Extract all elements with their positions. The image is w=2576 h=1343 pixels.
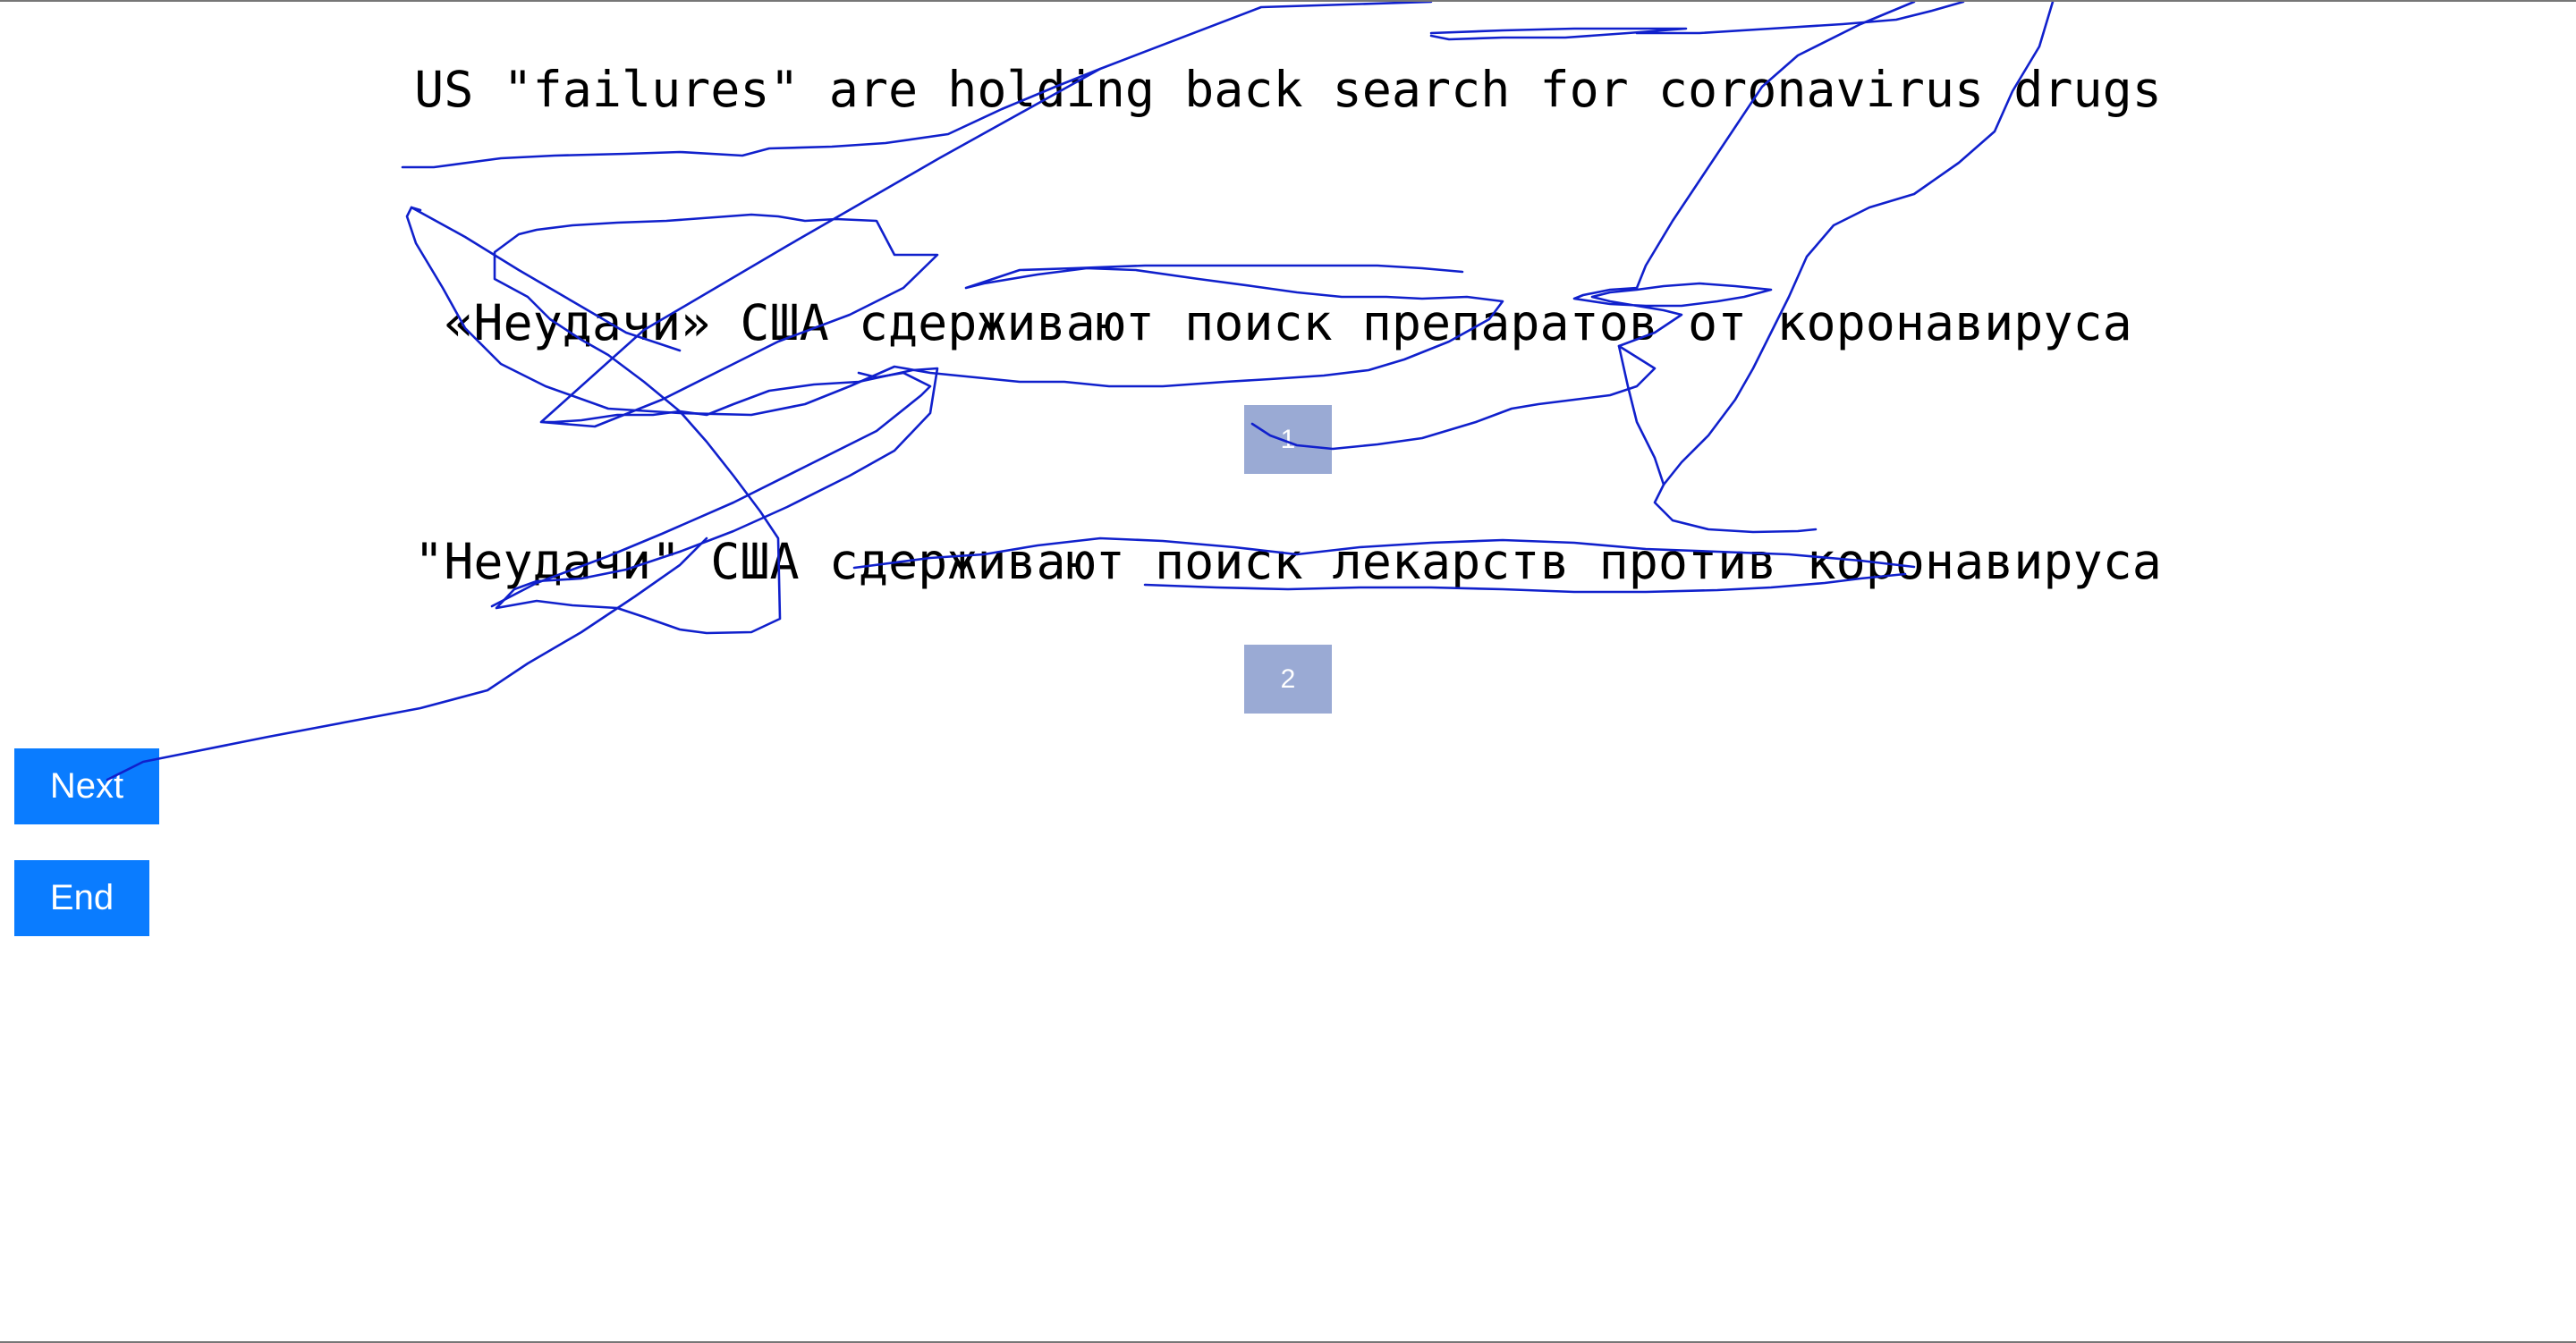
pointer-trail-stroke: [1429, 2, 1965, 41]
choose-translation-1-button[interactable]: 1: [1244, 405, 1332, 474]
translation-option-1: «Неудачи» США сдерживают поиск препарато…: [444, 294, 2132, 351]
next-button[interactable]: Next: [14, 748, 159, 824]
choose-translation-2-button[interactable]: 2: [1244, 645, 1332, 714]
end-button[interactable]: End: [14, 860, 149, 936]
translation-option-2: "Неудачи" США сдерживают поиск лекарств …: [414, 533, 2162, 590]
annotation-screen: US "failures" are holding back search fo…: [0, 0, 2576, 1343]
source-sentence: US "failures" are holding back search fo…: [414, 61, 2162, 118]
pointer-trail-stroke: [1617, 344, 1665, 486]
